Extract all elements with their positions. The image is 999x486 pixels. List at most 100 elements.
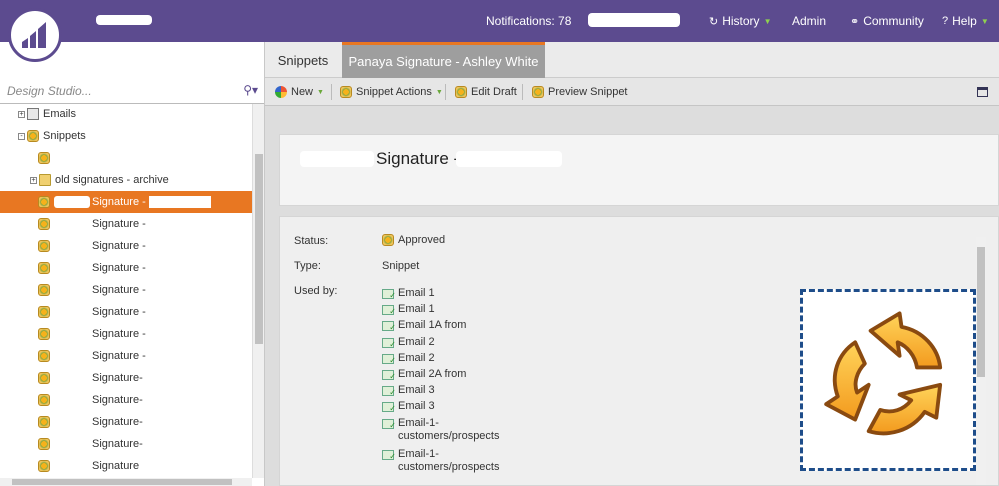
app-logo[interactable] — [8, 8, 62, 62]
snippet-icon — [27, 130, 39, 142]
redacted-user-menu[interactable] — [588, 13, 680, 27]
tree-item[interactable]: Signature - — [0, 279, 252, 301]
tree-item[interactable]: Signature - — [0, 191, 252, 213]
preview-snippet-label: Preview Snippet — [548, 86, 628, 98]
redacted-text — [54, 284, 90, 296]
tree-h-scrollbar[interactable] — [0, 478, 252, 486]
used-by-item[interactable]: Email-1- customers/prospects — [382, 448, 499, 474]
tree-item-label: Emails — [43, 108, 77, 120]
edit-draft-button[interactable]: Edit Draft — [455, 78, 517, 106]
tree-item-label: Signature - — [92, 306, 146, 318]
history-menu[interactable]: ↻ History ▼ — [709, 0, 771, 42]
tree-item[interactable]: Signature- — [0, 367, 252, 389]
expand-icon[interactable]: + — [18, 110, 25, 118]
tree-item[interactable]: Signature- — [0, 411, 252, 433]
tree-item[interactable]: - Snippets — [0, 125, 252, 147]
logo-bars-icon — [22, 22, 46, 48]
email-icon — [382, 337, 396, 351]
expand-icon[interactable]: + — [30, 176, 37, 184]
tree-search[interactable]: Design Studio... ⚲▾ — [0, 78, 264, 104]
tree-item[interactable]: Signature - — [0, 301, 252, 323]
toolbar-divider — [522, 84, 523, 100]
redacted-text — [54, 196, 90, 208]
email-icon — [382, 402, 396, 415]
search-options-icon[interactable]: ⚲▾ — [243, 83, 258, 97]
help-icon: ? — [942, 15, 949, 27]
folder-icon — [39, 174, 51, 186]
snippet-icon — [38, 240, 50, 252]
scrollbar-thumb[interactable] — [255, 154, 263, 344]
admin-link[interactable]: Admin — [792, 0, 826, 42]
tab-label: Panaya Signature - Ashley White — [348, 54, 539, 69]
snippet-icon — [38, 218, 50, 230]
history-label: History — [722, 14, 760, 28]
scrollbar-thumb[interactable] — [977, 247, 985, 377]
used-by-item[interactable]: Email 2A from — [382, 368, 467, 383]
mail-icon — [27, 108, 39, 120]
used-by-item[interactable]: Email 1A from — [382, 319, 466, 334]
edit-draft-label: Edit Draft — [471, 86, 517, 98]
tree-item-label: Signature - — [92, 284, 146, 296]
tree-item[interactable]: Signature - — [0, 257, 252, 279]
collapse-icon[interactable]: - — [18, 132, 25, 140]
notifications-link[interactable]: Notifications: 78 — [486, 0, 571, 42]
redacted-text — [54, 394, 90, 406]
tree-item-label: Signature- — [92, 394, 143, 406]
used-by-item[interactable]: Email-1- customers/prospects — [382, 417, 499, 443]
history-icon: ↻ — [709, 15, 719, 28]
tree-scrollbar[interactable] — [252, 104, 264, 478]
community-link[interactable]: ⚭ Community — [850, 0, 924, 42]
search-input[interactable]: Design Studio... — [7, 84, 92, 98]
tree-item[interactable]: + Emails — [0, 104, 252, 125]
email-icon — [382, 305, 396, 318]
snippet-icon — [38, 306, 50, 318]
maximize-button[interactable] — [977, 78, 988, 106]
toolbar-divider — [445, 84, 446, 100]
snippet-icon — [38, 372, 50, 384]
recycle-arrows-icon — [824, 311, 943, 436]
used-by-item[interactable]: Email 3 — [382, 400, 435, 415]
used-by-item[interactable]: Email 1 — [382, 287, 435, 302]
new-button[interactable]: New ▼ — [275, 78, 324, 106]
admin-label: Admin — [792, 14, 827, 28]
status-label: Status: — [294, 235, 329, 247]
maximize-icon — [977, 87, 988, 97]
tree-item[interactable]: Signature - — [0, 345, 252, 367]
tree-item[interactable]: Signature - — [0, 235, 252, 257]
used-by-item[interactable]: Email 3 — [382, 384, 435, 399]
tree-item[interactable]: Signature- — [0, 389, 252, 411]
tree-item[interactable]: Signature- — [0, 433, 252, 455]
main-panel: Snippets Panaya Signature - Ashley White… — [265, 42, 999, 486]
chevron-down-icon: ▼ — [317, 88, 324, 96]
snippet-icon — [38, 284, 50, 296]
tree-item[interactable] — [0, 147, 252, 169]
tab-snippets[interactable]: Snippets — [265, 42, 341, 78]
help-menu[interactable]: ? Help ▼ — [942, 0, 989, 42]
scrollbar-thumb[interactable] — [12, 479, 232, 485]
redacted-text — [148, 196, 211, 208]
used-by-item[interactable]: Email 2 — [382, 336, 435, 351]
chevron-down-icon: ▼ — [763, 16, 772, 26]
redacted-text — [54, 372, 90, 384]
tree-item[interactable]: Signature - — [0, 323, 252, 345]
details-scrollbar[interactable] — [976, 237, 986, 485]
status-value: Approved — [382, 234, 445, 246]
used-by-item[interactable]: Email 1 — [382, 303, 435, 318]
tree-item[interactable]: Signature - — [0, 213, 252, 235]
used-by-label: Email 2A from — [398, 368, 467, 380]
redacted-text — [54, 262, 90, 274]
tree-item-label: Signature - — [92, 262, 146, 274]
tree-item[interactable]: Signature — [0, 455, 252, 476]
snippet-icon — [38, 438, 50, 450]
snippet-actions-button[interactable]: Snippet Actions ▼ — [340, 78, 443, 106]
tree-item[interactable]: + old signatures - archive — [0, 169, 252, 191]
design-studio-sidebar: Design Studio... ⚲▾ + Emails - Snippets + old… — [0, 42, 265, 486]
tab-signature[interactable]: Panaya Signature - Ashley White — [342, 42, 545, 78]
snippet-icon — [38, 460, 50, 472]
tree-item-label: Signature - — [92, 196, 146, 208]
approved-icon — [382, 234, 394, 246]
type-value: Snippet — [382, 260, 420, 272]
preview-snippet-button[interactable]: Preview Snippet — [532, 78, 628, 106]
community-icon: ⚭ — [850, 15, 860, 28]
used-by-item[interactable]: Email 2 — [382, 352, 435, 367]
